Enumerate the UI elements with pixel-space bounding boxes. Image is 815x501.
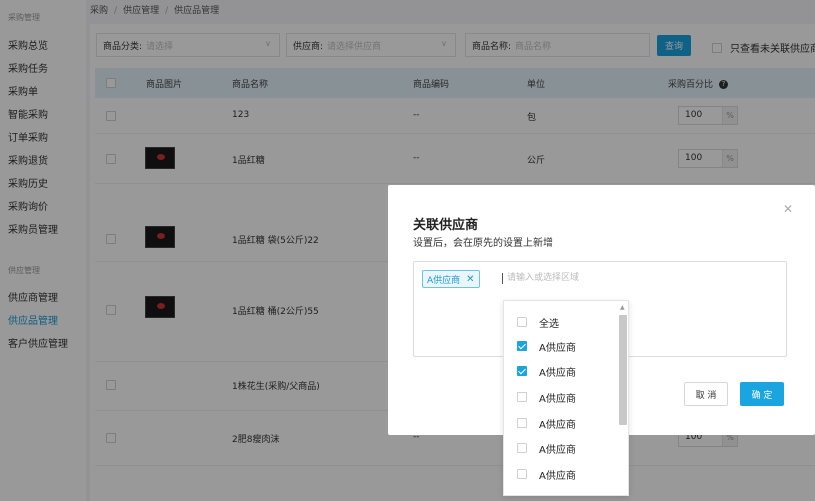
supplier-dropdown: ▲ 全选 A供应商 A供应商 A供应商 A供应商 A供应商 A供应商 [503, 300, 629, 496]
confirm-button[interactable]: 确 定 [740, 382, 784, 406]
option-checkbox[interactable] [517, 341, 527, 351]
option-checkbox[interactable] [517, 469, 527, 479]
cancel-button[interactable]: 取 消 [684, 382, 728, 406]
dialog-title: 关联供应商 [413, 218, 479, 233]
dropdown-option[interactable]: A供应商 [517, 339, 576, 354]
dropdown-option-select-all[interactable]: 全选 [517, 315, 559, 330]
dropdown-option[interactable]: A供应商 [517, 364, 576, 379]
dialog-subtitle: 设置后，会在原先的设置上新增 [413, 238, 553, 249]
app-root: { "sidebar": { "group1": "采购管理", "items1… [0, 0, 815, 501]
scroll-up-icon[interactable]: ▲ [620, 304, 625, 311]
option-label: A供应商 [539, 367, 576, 379]
option-label: A供应商 [539, 342, 576, 354]
option-label: A供应商 [539, 444, 576, 456]
dropdown-option[interactable]: A供应商 [517, 390, 576, 405]
tag-remove-icon[interactable]: ✕ [466, 274, 474, 285]
option-label: A供应商 [539, 393, 576, 405]
option-checkbox[interactable] [517, 317, 527, 327]
dropdown-option[interactable]: A供应商 [517, 441, 576, 456]
tag-label: A供应商 [427, 275, 461, 286]
dropdown-option[interactable]: A供应商 [517, 416, 576, 431]
option-label: A供应商 [539, 470, 576, 482]
dropdown-scrollbar[interactable] [619, 315, 627, 425]
option-checkbox[interactable] [517, 418, 527, 428]
option-checkbox[interactable] [517, 443, 527, 453]
option-label: A供应商 [539, 419, 576, 431]
selected-supplier-tag: A供应商 ✕ [422, 270, 480, 288]
option-checkbox[interactable] [517, 392, 527, 402]
option-checkbox[interactable] [517, 366, 527, 376]
close-icon[interactable]: ✕ [783, 202, 793, 216]
option-label: 全选 [539, 318, 559, 330]
supplier-search-input[interactable]: 请输入或选择区域 [502, 273, 579, 284]
dropdown-option[interactable]: A供应商 [517, 467, 576, 482]
